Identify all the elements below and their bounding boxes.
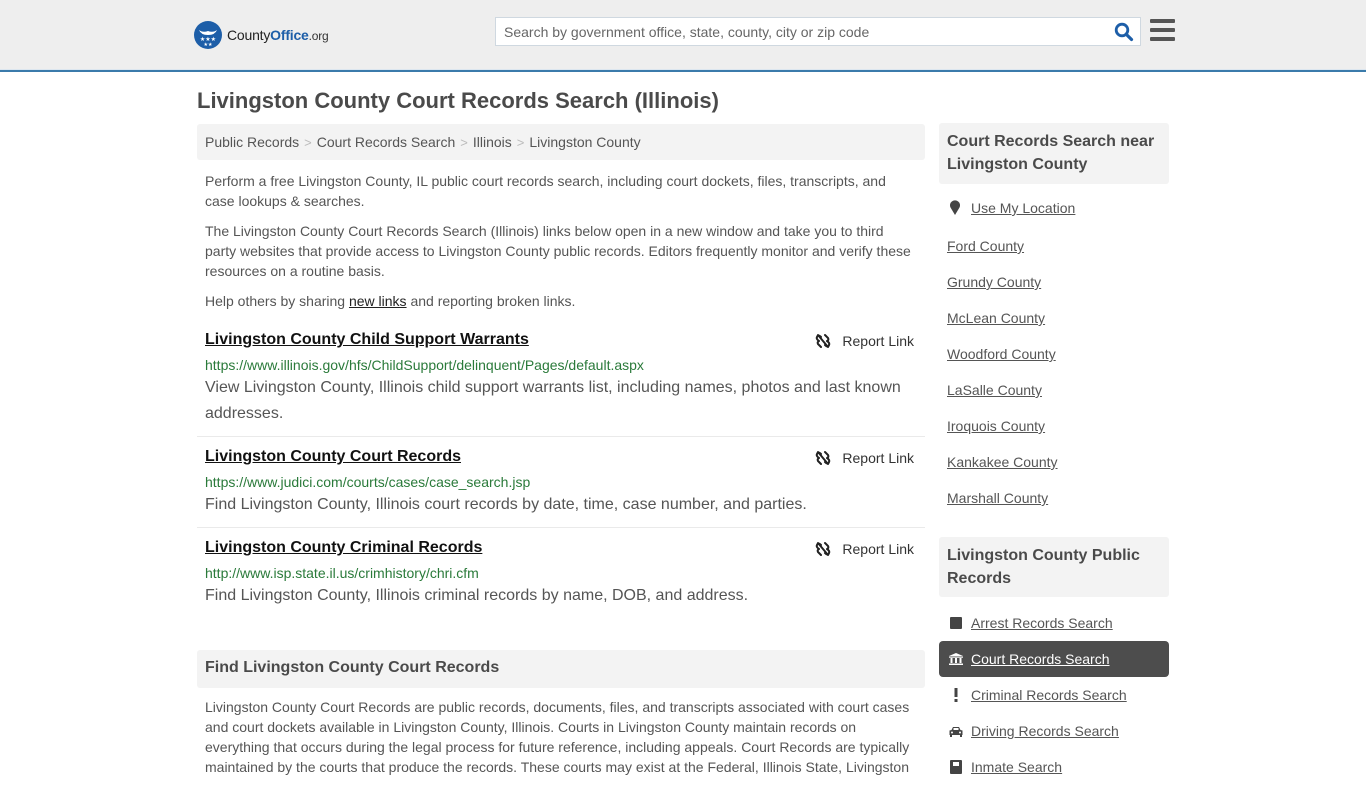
nearby-county-link[interactable]: Iroquois County — [947, 418, 1045, 434]
breadcrumb-livingston-county[interactable]: Livingston County — [529, 134, 640, 150]
search-button[interactable] — [1114, 22, 1134, 42]
menu-bar-icon — [1150, 37, 1175, 41]
sidebar-public-records-heading: Livingston County Public Records — [939, 537, 1169, 597]
eagle-stars-logo-icon: ★★★ ★★ — [194, 21, 222, 49]
result-item: Livingston County Court Records Report L… — [197, 448, 925, 528]
breadcrumb-court-records-search[interactable]: Court Records Search — [317, 134, 456, 150]
intro-text: Perform a free Livingston County, IL pub… — [205, 171, 917, 321]
section-heading: Find Livingston County Court Records — [197, 650, 925, 688]
broken-link-icon — [816, 542, 831, 556]
result-item: Livingston County Child Support Warrants… — [197, 331, 925, 437]
breadcrumb-separator: > — [516, 135, 525, 150]
map-pin-icon — [950, 200, 960, 215]
sidebar-item-arrest-records[interactable]: Arrest Records Search — [939, 605, 1169, 641]
intro-paragraph-1: Perform a free Livingston County, IL pub… — [205, 173, 886, 209]
result-url: https://www.judici.com/courts/cases/case… — [205, 474, 531, 490]
car-icon — [949, 726, 963, 737]
result-title-link[interactable]: Livingston County Court Records — [205, 448, 461, 466]
exclamation-icon — [954, 688, 958, 702]
report-link-button[interactable]: Report Link — [815, 541, 914, 557]
result-url: http://www.isp.state.il.us/crimhistory/c… — [205, 565, 479, 581]
breadcrumb-separator: > — [304, 135, 312, 150]
result-item: Livingston County Criminal Records Repor… — [197, 539, 925, 619]
page-title: Livingston County Court Records Search (… — [197, 88, 719, 113]
nearby-county-link[interactable]: Ford County — [947, 238, 1024, 254]
result-url: https://www.illinois.gov/hfs/ChildSuppor… — [205, 357, 644, 373]
logo-wordmark: CountyOffice.org — [227, 27, 329, 43]
inmate-icon — [950, 760, 962, 774]
result-title-link[interactable]: Livingston County Criminal Records — [205, 539, 482, 557]
menu-bar-icon — [1150, 28, 1175, 32]
nearby-county-link[interactable]: Woodford County — [947, 346, 1056, 362]
header-underline — [0, 69, 1366, 70]
square-icon — [950, 617, 962, 629]
nearby-county-link[interactable]: McLean County — [947, 310, 1045, 326]
result-description: Find Livingston County, Illinois court r… — [205, 496, 807, 513]
result-title-link[interactable]: Livingston County Child Support Warrants — [205, 331, 529, 349]
menu-bar-icon — [1150, 19, 1175, 23]
broken-link-icon — [816, 451, 831, 465]
site-header: ★★★ ★★ CountyOffice.org — [0, 0, 1366, 72]
nearby-county-link[interactable]: Grundy County — [947, 274, 1041, 290]
hamburger-menu-button[interactable] — [1150, 19, 1175, 41]
search-icon — [1114, 22, 1134, 42]
report-link-button[interactable]: Report Link — [815, 450, 914, 466]
sidebar-item-inmate-search[interactable]: Inmate Search — [939, 749, 1169, 785]
sidebar-item-court-records[interactable]: Court Records Search — [939, 641, 1169, 677]
breadcrumb-illinois[interactable]: Illinois — [473, 134, 512, 150]
courthouse-icon — [949, 653, 963, 665]
nearby-county-link[interactable]: Kankakee County — [947, 454, 1058, 470]
new-links-link[interactable]: new links — [349, 293, 407, 309]
section-body-text: Livingston County Court Records are publ… — [205, 699, 910, 775]
use-my-location-link[interactable]: Use My Location — [949, 200, 1075, 216]
intro-paragraph-2: The Livingston County Court Records Sear… — [205, 223, 911, 279]
svg-text:★★: ★★ — [204, 42, 213, 48]
broken-link-icon — [816, 334, 831, 348]
nearby-county-link[interactable]: LaSalle County — [947, 382, 1042, 398]
sidebar-item-criminal-records[interactable]: Criminal Records Search — [939, 677, 1169, 713]
breadcrumb-public-records[interactable]: Public Records — [205, 134, 299, 150]
result-divider — [197, 436, 925, 437]
sidebar-item-driving-records[interactable]: Driving Records Search — [939, 713, 1169, 749]
sidebar-nearby-heading: Court Records Search near Livingston Cou… — [939, 123, 1169, 184]
site-logo[interactable]: ★★★ ★★ CountyOffice.org — [194, 21, 329, 49]
site-search — [495, 17, 1141, 46]
intro-paragraph-3: Help others by sharing new links and rep… — [205, 293, 576, 309]
result-description: Find Livingston County, Illinois crimina… — [205, 587, 749, 604]
breadcrumb: Public Records > Court Records Search > Illi… — [197, 124, 925, 160]
search-input[interactable] — [496, 18, 1106, 45]
report-link-button[interactable]: Report Link — [815, 333, 914, 349]
nearby-county-link[interactable]: Marshall County — [947, 490, 1048, 506]
result-description: View Livingston County, Illinois child s… — [205, 379, 901, 422]
breadcrumb-separator: > — [460, 135, 468, 150]
result-divider — [197, 527, 925, 528]
